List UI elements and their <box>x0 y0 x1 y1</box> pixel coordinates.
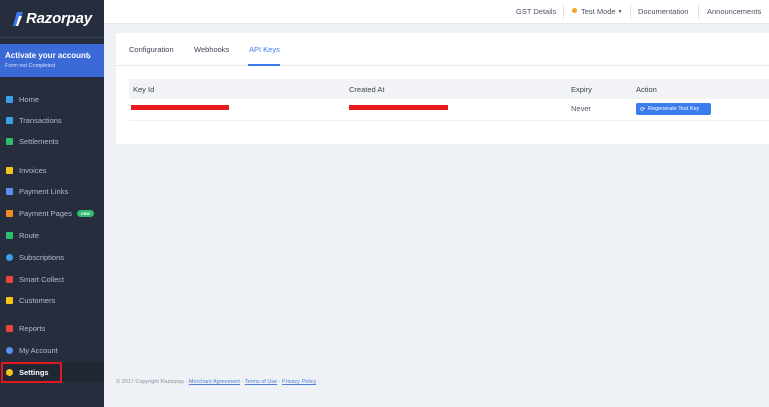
sidebar-item-payment-pages[interactable]: Payment Pages new <box>0 203 104 223</box>
announcements-link[interactable]: Announcements <box>707 7 761 16</box>
column-header-created-at: Created At <box>349 85 385 94</box>
api-keys-card: Configuration Webhooks API Keys Key Id C… <box>116 33 769 144</box>
top-bar: GST Details Test Mode ▼ Documentation Ann… <box>104 0 769 24</box>
expiry-value: Never <box>571 104 592 113</box>
divider <box>563 5 564 19</box>
sidebar-item-my-account[interactable]: My Account <box>0 340 104 360</box>
footer-separator: · <box>278 379 281 385</box>
smart-collect-icon <box>6 275 13 283</box>
sidebar-item-label: Reports <box>19 323 46 333</box>
sidebar-item-label: Smart Collect <box>19 274 65 284</box>
logo[interactable]: Razorpay <box>0 0 104 38</box>
column-header-expiry: Expiry <box>571 85 592 94</box>
refresh-icon: ⟳ <box>640 106 646 113</box>
home-icon <box>6 95 13 103</box>
sidebar-item-label: Subscriptions <box>19 252 65 262</box>
regenerate-test-key-button[interactable]: ⟳ Regenerate Test Key <box>636 103 711 115</box>
invoices-icon <box>6 166 13 174</box>
sidebar-item-reports[interactable]: Reports <box>0 318 104 338</box>
settings-tabs: Configuration Webhooks API Keys <box>116 33 769 66</box>
payment-pages-icon <box>6 209 13 217</box>
tab-webhooks[interactable]: Webhooks <box>194 45 229 54</box>
footer-separator: · <box>241 379 244 385</box>
sidebar-item-invoices[interactable]: Invoices <box>0 160 104 180</box>
customers-icon <box>6 296 13 304</box>
redacted-created-at <box>349 105 448 110</box>
activate-account-banner[interactable]: Activate your account Form not Completed… <box>0 44 104 77</box>
copyright-text: © 2017 Copyright Razorpay · <box>116 379 188 385</box>
documentation-link[interactable]: Documentation <box>638 7 688 16</box>
sidebar-item-payment-links[interactable]: Payment Links <box>0 181 104 201</box>
sidebar-item-label: Invoices <box>19 165 47 175</box>
sidebar-item-label: Transactions <box>19 115 62 125</box>
privacy-policy-link[interactable]: Privacy Policy <box>282 379 316 385</box>
sidebar-item-smart-collect[interactable]: Smart Collect <box>0 269 104 289</box>
gst-details-link[interactable]: GST Details <box>516 7 556 16</box>
test-mode-label: Test Mode <box>581 7 616 16</box>
table-row: Never ⟳ Regenerate Test Key <box>129 99 769 121</box>
redacted-key-id <box>131 105 229 110</box>
footer: © 2017 Copyright Razorpay · Merchant Agr… <box>116 379 320 385</box>
sidebar-item-customers[interactable]: Customers <box>0 290 104 310</box>
activate-subtitle: Form not Completed <box>5 63 56 69</box>
transactions-icon <box>6 116 13 124</box>
sidebar-item-label: My Account <box>19 345 58 355</box>
tab-configuration[interactable]: Configuration <box>129 45 174 54</box>
account-icon <box>6 346 13 354</box>
new-badge: new <box>76 209 94 217</box>
test-mode-dropdown[interactable]: Test Mode ▼ <box>572 7 623 16</box>
sidebar-item-subscriptions[interactable]: Subscriptions <box>0 247 104 267</box>
subscriptions-icon <box>6 253 13 261</box>
chevron-right-icon: › <box>87 51 91 62</box>
sidebar-item-settlements[interactable]: Settlements <box>0 131 104 151</box>
table-header: Key Id Created At Expiry Action <box>129 79 769 99</box>
reports-icon <box>6 324 13 332</box>
payment-links-icon <box>6 187 13 195</box>
caret-down-icon: ▼ <box>617 9 623 15</box>
column-header-key-id: Key Id <box>133 85 155 94</box>
footer-separator: · <box>317 379 320 385</box>
sidebar-item-home[interactable]: Home <box>0 89 104 109</box>
divider <box>698 5 699 19</box>
sidebar-item-label: Route <box>19 230 40 240</box>
brand-name: Razorpay <box>26 10 92 27</box>
settlements-icon <box>6 137 13 145</box>
sidebar-item-label: Payment Pages <box>19 208 72 218</box>
sidebar-item-transactions[interactable]: Transactions <box>0 110 104 130</box>
divider <box>630 5 631 19</box>
settings-highlight-box <box>1 362 62 383</box>
test-mode-dot-icon <box>572 8 577 13</box>
sidebar-item-route[interactable]: Route <box>0 225 104 245</box>
sidebar-item-label: Home <box>19 94 40 104</box>
route-icon <box>6 231 13 239</box>
active-tab-indicator <box>248 64 280 66</box>
column-header-action: Action <box>636 85 657 94</box>
regenerate-label: Regenerate Test Key <box>648 106 700 112</box>
sidebar-item-label: Settlements <box>19 136 59 146</box>
sidebar-item-label: Payment Links <box>19 186 69 196</box>
terms-of-use-link[interactable]: Terms of Use <box>245 379 277 385</box>
sidebar-item-label: Customers <box>19 295 56 305</box>
merchant-agreement-link[interactable]: Merchant Agreement <box>189 379 240 385</box>
razorpay-logo-icon <box>13 11 23 26</box>
sidebar: Razorpay Activate your account Form not … <box>0 0 104 407</box>
tab-api-keys[interactable]: API Keys <box>249 45 280 54</box>
